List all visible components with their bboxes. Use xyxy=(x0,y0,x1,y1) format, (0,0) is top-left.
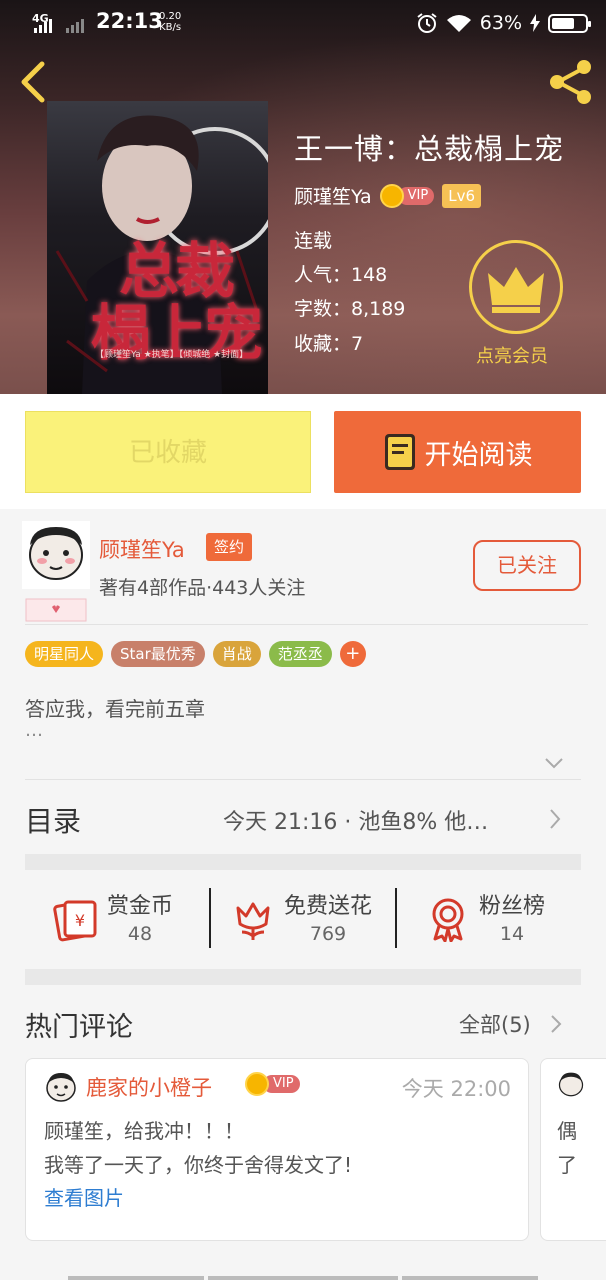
all-comments-link[interactable]: 全部(5) xyxy=(459,1009,531,1039)
member-circle xyxy=(469,240,563,334)
comment-text-line: 偶 xyxy=(557,1119,577,1143)
cover-title-line1: 总裁 xyxy=(119,237,235,307)
section-separator xyxy=(25,854,581,870)
vip-badge: VIP xyxy=(379,183,435,208)
wifi-icon xyxy=(446,15,471,32)
add-tag-button[interactable]: + xyxy=(339,641,366,667)
comment-text-line: 我等了一天了，你终于舍得发文了! xyxy=(44,1153,353,1177)
book-title: 王一博：总裁榻上宠 xyxy=(294,132,565,166)
action-bar: 已收藏 开始阅读 xyxy=(0,394,606,509)
book-cover[interactable]: 总裁 榻上宠 【顾瑾笙Ya ★执笔】【倾城绝 ★封面】 xyxy=(47,101,268,394)
tag-item[interactable]: 范丞丞 xyxy=(268,641,332,667)
chevron-down-icon[interactable] xyxy=(544,756,564,770)
author-name[interactable]: 顾瑾笙Ya xyxy=(99,534,185,564)
book-status: 连载 xyxy=(294,230,333,252)
vip-badge: VIP xyxy=(245,1072,300,1096)
commenter-name[interactable]: 鹿家的小橙子 xyxy=(86,1072,212,1102)
comment-time: 今天 22:00 xyxy=(401,1077,511,1101)
tag-item[interactable]: Star最优秀 xyxy=(111,641,205,667)
commenter-avatar[interactable] xyxy=(557,1071,585,1099)
share-icon[interactable] xyxy=(546,56,598,108)
coin-card-icon: ¥ xyxy=(53,900,97,942)
charging-icon xyxy=(530,14,540,32)
book-description: 答应我，看完前五章 xyxy=(25,697,205,721)
comment-card[interactable]: 偶 了 xyxy=(540,1058,606,1241)
start-reading-label: 开始阅读 xyxy=(424,439,533,471)
speed-value: 0.20 xyxy=(159,11,182,22)
commenter-avatar[interactable] xyxy=(44,1071,78,1105)
book-header: 4G 22:13 0.20 KB/s 63% 总裁 榻上宠 【顾瑾笙Ya ★执笔… xyxy=(0,0,606,394)
stat-name: 粉丝榜 xyxy=(479,894,546,919)
svg-text:¥: ¥ xyxy=(75,911,85,930)
signal-icon xyxy=(34,19,84,33)
section-separator xyxy=(25,969,581,985)
tag-list: 明星同人 Star最优秀 肖战 范丞丞 + xyxy=(25,641,366,667)
member-label: 点亮会员 xyxy=(476,346,548,367)
medal-icon xyxy=(432,898,464,942)
battery-percent: 63% xyxy=(479,12,522,34)
battery-icon xyxy=(548,13,591,33)
status-bar: 4G 22:13 0.20 KB/s 63% xyxy=(0,0,606,46)
toc-latest-chapter: 今天 21:16 · 池鱼8% 他… xyxy=(223,810,489,835)
reward-coins-stat[interactable]: ¥ 赏金币 48 xyxy=(53,888,173,945)
stat-value: 48 xyxy=(127,923,153,945)
chevron-right-icon xyxy=(551,1015,562,1033)
back-icon[interactable] xyxy=(14,58,54,106)
stat-value: 14 xyxy=(499,923,525,945)
stat-name: 赏金币 xyxy=(107,894,174,919)
alarm-icon xyxy=(417,13,437,33)
author-card: 顾瑾笙Ya 签约 著有4部作品·443人关注 已关注 xyxy=(0,509,606,624)
fan-ranking-stat[interactable]: 粉丝榜 14 xyxy=(425,888,545,945)
member-button[interactable]: 点亮会员 xyxy=(466,240,566,368)
collected-button[interactable]: 已收藏 xyxy=(25,411,311,493)
stat-value: 769 xyxy=(309,923,347,945)
comment-text-line: 了 xyxy=(557,1153,577,1177)
book-favorites: 收藏：7 xyxy=(294,333,364,355)
comment-card[interactable]: 鹿家的小橙子 VIP 今天 22:00 顾瑾笙，给我冲！！！ 我等了一天了，你终… xyxy=(25,1058,529,1241)
divider xyxy=(25,624,588,625)
book-popularity: 人气：148 xyxy=(294,264,388,286)
scroll-indicator xyxy=(208,1276,398,1280)
toc-label: 目录 xyxy=(25,805,82,838)
stats-row: ¥ 赏金币 48 免费送花 769 粉丝榜 14 xyxy=(0,870,606,970)
hot-comments-title: 热门评论 xyxy=(25,1012,133,1043)
tag-item[interactable]: 肖战 xyxy=(212,641,261,667)
cover-credits: 【顾瑾笙Ya ★执笔】【倾城绝 ★封面】 xyxy=(95,350,249,360)
chevron-right-icon xyxy=(550,809,561,829)
author-stats: 著有4部作品·443人关注 xyxy=(99,577,306,599)
crown-icon xyxy=(488,267,544,313)
vip-crown-icon xyxy=(245,1072,269,1096)
follow-button[interactable]: 已关注 xyxy=(473,540,581,591)
author-avatar[interactable] xyxy=(22,521,90,623)
description-ellipsis: … xyxy=(25,720,43,741)
view-image-link[interactable]: 查看图片 xyxy=(44,1182,124,1211)
comment-text-line: 顾瑾笙，给我冲！！！ xyxy=(44,1119,244,1143)
book-author[interactable]: 顾瑾笙Ya xyxy=(294,182,372,209)
tag-item[interactable]: 明星同人 xyxy=(25,641,104,667)
start-reading-button[interactable]: 开始阅读 xyxy=(334,411,581,493)
book-author-line: 顾瑾笙Ya VIP Lv6 xyxy=(294,182,481,209)
scroll-indicator xyxy=(68,1276,204,1280)
speed-unit: KB/s xyxy=(159,22,182,33)
clock: 22:13 xyxy=(96,9,163,33)
level-badge: Lv6 xyxy=(442,183,481,208)
table-of-contents-row[interactable]: 目录 今天 21:16 · 池鱼8% 他… xyxy=(0,780,606,854)
vip-crown-icon xyxy=(379,183,404,208)
book-word-count: 字数：8,189 xyxy=(294,298,406,320)
divider xyxy=(209,888,211,948)
divider xyxy=(395,888,397,948)
scroll-indicator xyxy=(402,1276,538,1280)
signed-badge: 签约 xyxy=(206,533,253,561)
book-icon xyxy=(384,434,415,470)
free-flower-stat[interactable]: 免费送花 769 xyxy=(230,888,372,945)
network-speed: 0.20 KB/s xyxy=(159,11,181,33)
stat-name: 免费送花 xyxy=(284,894,373,919)
flower-icon xyxy=(236,902,270,940)
